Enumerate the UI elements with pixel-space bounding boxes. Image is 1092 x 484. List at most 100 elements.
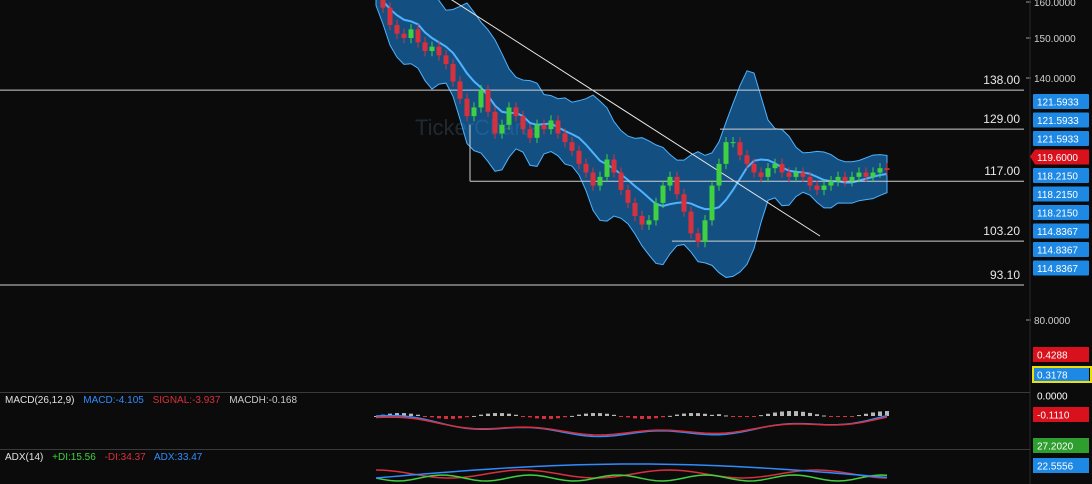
candle-body[interactable]: [408, 29, 414, 38]
adx-panel-divider: [0, 449, 1030, 450]
candle-body[interactable]: [422, 42, 428, 52]
candle-body[interactable]: [583, 163, 589, 173]
candle-body[interactable]: [716, 163, 722, 186]
candle-body[interactable]: [835, 176, 841, 182]
macd-histogram-bar: [584, 413, 588, 416]
candle-body[interactable]: [842, 176, 848, 182]
candle-body[interactable]: [765, 168, 771, 177]
candle-body[interactable]: [576, 150, 582, 164]
macd-histogram-bar: [640, 416, 644, 419]
candle-body[interactable]: [660, 185, 666, 203]
macd-legend: MACD(26,12,9) MACD:-4.105 SIGNAL:-3.937 …: [5, 395, 303, 406]
candle-body[interactable]: [807, 176, 813, 186]
macd-histogram-bar: [675, 414, 679, 416]
candle-body[interactable]: [870, 172, 876, 177]
candle-body[interactable]: [429, 46, 435, 52]
macd-histogram-bar: [822, 415, 826, 417]
candle-body[interactable]: [611, 159, 617, 173]
candle-body[interactable]: [744, 155, 750, 164]
candle-body[interactable]: [877, 168, 883, 173]
macd-panel-divider: [0, 392, 1030, 393]
candle-body[interactable]: [436, 46, 442, 56]
candle-body[interactable]: [485, 90, 491, 112]
horizontal-line-label: 129.00: [983, 112, 1020, 126]
macd-histogram-bar: [458, 416, 462, 419]
candle-body[interactable]: [380, 0, 386, 8]
candle-body[interactable]: [625, 189, 631, 203]
macd-histogram-bar: [773, 412, 777, 416]
candle-body[interactable]: [590, 172, 596, 186]
candle-body[interactable]: [457, 81, 463, 99]
candle-body[interactable]: [541, 124, 547, 130]
adx-tag-label: 22.5556: [1037, 462, 1074, 473]
macd-histogram-bar: [661, 416, 665, 418]
candle-body[interactable]: [863, 172, 869, 177]
candle-body[interactable]: [464, 98, 470, 117]
candle-body[interactable]: [667, 176, 673, 186]
candle-body[interactable]: [730, 142, 736, 144]
candle-body[interactable]: [779, 163, 785, 173]
candle-body[interactable]: [394, 24, 400, 34]
candle-body[interactable]: [681, 194, 687, 212]
candle-body[interactable]: [884, 168, 890, 170]
chart-canvas[interactable]: TickerCharts 138.00129.00117.00103.2093.…: [0, 0, 1092, 484]
candle-body[interactable]: [506, 107, 512, 125]
candle-body[interactable]: [828, 181, 834, 186]
candle-body[interactable]: [793, 172, 799, 177]
candle-body[interactable]: [527, 129, 533, 138]
candle-body[interactable]: [646, 220, 652, 225]
price-tag-label: 114.8367: [1037, 246, 1078, 257]
candle-body[interactable]: [772, 163, 778, 169]
candle-body[interactable]: [520, 116, 526, 130]
candle-body[interactable]: [499, 124, 505, 134]
macd-histogram-bar: [444, 416, 448, 419]
candle-body[interactable]: [443, 55, 449, 65]
candle-body[interactable]: [401, 33, 407, 38]
candle-body[interactable]: [387, 7, 393, 25]
candle-body[interactable]: [751, 163, 757, 173]
candle-body[interactable]: [856, 172, 862, 177]
candle-body[interactable]: [471, 107, 477, 117]
price-tag-label: 118.2150: [1037, 190, 1078, 201]
candle-body[interactable]: [821, 185, 827, 190]
candle-body[interactable]: [513, 107, 519, 117]
candle-body[interactable]: [674, 176, 680, 195]
candle-body[interactable]: [709, 185, 715, 221]
candle-body[interactable]: [786, 172, 792, 177]
candle-body[interactable]: [604, 159, 610, 177]
candle-body[interactable]: [800, 172, 806, 177]
candle-body[interactable]: [632, 202, 638, 216]
adx-legend-minus-di: -DI:34.37: [104, 452, 146, 463]
candle-body[interactable]: [492, 111, 498, 134]
candle-body[interactable]: [737, 142, 743, 156]
candle-body[interactable]: [702, 220, 708, 242]
macd-histogram-bar: [626, 416, 630, 418]
macd-histogram-bar: [780, 411, 784, 416]
candle-body[interactable]: [618, 172, 624, 190]
candle-body[interactable]: [450, 64, 456, 82]
candle-body[interactable]: [548, 120, 554, 130]
candle-body[interactable]: [688, 211, 694, 234]
candle-body[interactable]: [478, 90, 484, 108]
candle-body[interactable]: [569, 142, 575, 151]
candle-body[interactable]: [562, 133, 568, 143]
macd-histogram-bar: [731, 416, 735, 417]
macd-tag-label: 0.4288: [1037, 351, 1068, 362]
candle-body[interactable]: [597, 176, 603, 186]
candle-body[interactable]: [534, 124, 540, 138]
candle-body[interactable]: [758, 172, 764, 177]
candle-body[interactable]: [814, 185, 820, 190]
candle-body[interactable]: [723, 142, 729, 164]
candle-body[interactable]: [415, 29, 421, 43]
macd-histogram-bar: [864, 413, 868, 416]
candle-body[interactable]: [849, 176, 855, 182]
macd-histogram-bar: [738, 416, 742, 417]
candle-body[interactable]: [639, 215, 645, 225]
macd-histogram-bar: [430, 416, 434, 418]
candle-body[interactable]: [555, 120, 561, 134]
macd-histogram-bar: [437, 416, 441, 419]
macd-histogram-bar: [745, 416, 749, 417]
candle-body[interactable]: [653, 202, 659, 221]
candle-body[interactable]: [695, 233, 701, 242]
macd-histogram-bar: [647, 416, 651, 419]
